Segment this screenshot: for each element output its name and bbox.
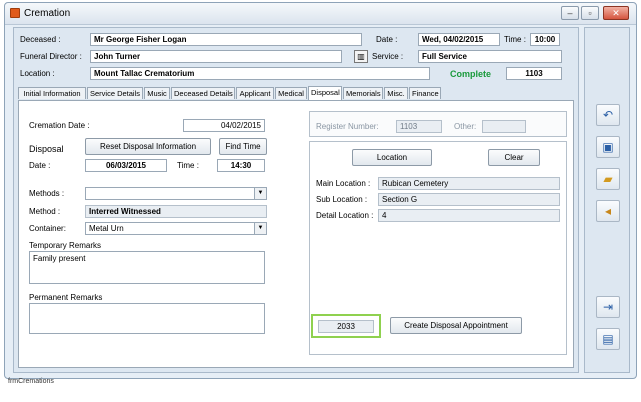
- detail-location-field: 4: [378, 209, 560, 222]
- permanent-remarks-label: Permanent Remarks: [29, 293, 103, 302]
- cremation-date-field[interactable]: 04/02/2015: [183, 119, 265, 132]
- appointment-number-field: 2033: [318, 320, 374, 333]
- container-select[interactable]: Metal Urn ▼: [85, 222, 267, 235]
- chevron-down-icon[interactable]: ▼: [254, 223, 266, 234]
- permanent-remarks-textarea[interactable]: [29, 303, 265, 334]
- clear-button[interactable]: Clear: [488, 149, 540, 166]
- main-location-label: Main Location :: [316, 179, 371, 188]
- method-field: Interred Witnessed: [85, 205, 267, 218]
- tab-memorials[interactable]: Memorials: [343, 87, 383, 99]
- close-button[interactable]: ✕: [603, 6, 629, 20]
- funeral-director-label: Funeral Director :: [20, 52, 82, 61]
- building-icon[interactable]: ▥: [354, 50, 368, 63]
- record-number-field: 1103: [506, 67, 562, 80]
- right-toolbar: ↶ ▣ ▰ ◂ ⇥ ▤: [584, 27, 630, 373]
- find-time-button[interactable]: Find Time: [219, 138, 267, 155]
- location-field[interactable]: Mount Tallac Crematorium: [90, 67, 430, 80]
- register-number-field: 1103: [396, 120, 442, 133]
- header-date-field[interactable]: Wed, 04/02/2015: [418, 33, 500, 46]
- disposal-tab-page: Cremation Date : 04/02/2015 Disposal Res…: [18, 100, 574, 368]
- service-field[interactable]: Full Service: [418, 50, 562, 63]
- other-field: [482, 120, 526, 133]
- date-label: Date :: [376, 35, 398, 44]
- register-number-label: Register Number:: [316, 122, 379, 131]
- detail-location-label: Detail Location :: [316, 211, 374, 220]
- tab-service-details[interactable]: Service Details: [87, 87, 143, 99]
- deceased-label: Deceased :: [20, 35, 61, 44]
- tab-disposal[interactable]: Disposal: [308, 86, 342, 100]
- export-icon[interactable]: ▤: [596, 328, 620, 350]
- location-label: Location :: [20, 69, 55, 78]
- exit-icon[interactable]: ⇥: [596, 296, 620, 318]
- header-time-field[interactable]: 10:00: [530, 33, 560, 46]
- sub-location-label: Sub Location :: [316, 195, 368, 204]
- disposal-time-field[interactable]: 14:30: [217, 159, 265, 172]
- tab-initial-information[interactable]: Initial Information: [18, 87, 86, 99]
- container-value: Metal Urn: [89, 224, 124, 233]
- disposal-time-label: Time :: [177, 161, 199, 170]
- tab-medical[interactable]: Medical: [275, 87, 307, 99]
- save-icon[interactable]: ▣: [596, 136, 620, 158]
- time-label: Time :: [504, 35, 526, 44]
- minimize-button[interactable]: –: [561, 6, 579, 20]
- reset-disposal-button[interactable]: Reset Disposal Information: [85, 138, 211, 155]
- method-label: Method :: [29, 207, 61, 216]
- register-section: Register Number: 1103 Other:: [309, 111, 567, 137]
- cremation-window: Cremation – ▫ ✕ Deceased : Mr George Fis…: [4, 2, 637, 379]
- folder-icon[interactable]: ▰: [596, 168, 620, 190]
- speaker-icon[interactable]: ◂: [596, 200, 620, 222]
- chevron-down-icon[interactable]: ▼: [254, 188, 266, 199]
- title-bar: Cremation – ▫ ✕: [5, 3, 636, 25]
- appointment-highlight: 2033: [311, 314, 381, 338]
- app-icon: [10, 8, 20, 18]
- tab-music[interactable]: Music: [144, 87, 170, 99]
- window-title: Cremation: [24, 8, 71, 19]
- sub-location-field: Section G: [378, 193, 560, 206]
- deceased-field[interactable]: Mr George Fisher Logan: [90, 33, 362, 46]
- tab-misc[interactable]: Misc.: [384, 87, 408, 99]
- tab-finance[interactable]: Finance: [409, 87, 441, 99]
- undo-icon[interactable]: ↶: [596, 104, 620, 126]
- funeral-director-field[interactable]: John Turner: [90, 50, 342, 63]
- disposal-date-label: Date :: [29, 161, 51, 170]
- maximize-button[interactable]: ▫: [581, 6, 599, 20]
- tab-applicant[interactable]: Applicant: [236, 87, 274, 99]
- cremation-date-label: Cremation Date :: [29, 121, 90, 130]
- methods-select[interactable]: ▼: [85, 187, 267, 200]
- disposal-heading: Disposal: [29, 144, 64, 154]
- container-label: Container:: [29, 224, 66, 233]
- form-area: Deceased : Mr George Fisher Logan Date :…: [13, 27, 579, 373]
- main-location-field: Rubican Cemetery: [378, 177, 560, 190]
- temporary-remarks-textarea[interactable]: Family present: [29, 251, 265, 284]
- location-button[interactable]: Location: [352, 149, 432, 166]
- location-section: Location Clear Main Location : Rubican C…: [309, 141, 567, 355]
- service-label: Service :: [372, 52, 404, 61]
- methods-label: Methods :: [29, 189, 65, 198]
- disposal-date-field[interactable]: 06/03/2015: [85, 159, 167, 172]
- status-complete: Complete: [450, 69, 492, 79]
- other-label: Other:: [454, 122, 477, 131]
- create-disposal-appointment-button[interactable]: Create Disposal Appointment: [390, 317, 522, 334]
- tab-deceased-details[interactable]: Deceased Details: [171, 87, 235, 99]
- status-bar-text: frmCremations: [8, 378, 54, 385]
- temporary-remarks-label: Temporary Remarks: [29, 241, 102, 250]
